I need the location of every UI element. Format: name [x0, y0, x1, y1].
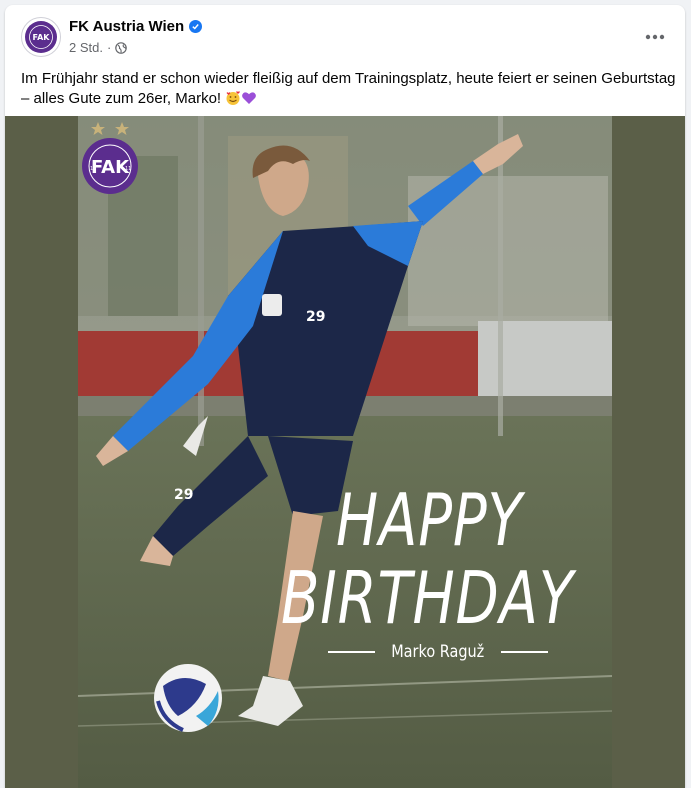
purple-heart-icon: [241, 90, 257, 112]
more-options-button[interactable]: [637, 19, 673, 55]
badge-year-left: 19: [90, 166, 96, 172]
badge-year-right: 11: [125, 166, 131, 172]
divider-right: [500, 651, 548, 653]
post-meta: 2 Std. ·: [69, 40, 128, 55]
divider-left: [328, 651, 376, 653]
shirt-number: 29: [306, 309, 325, 325]
meta-separator: ·: [106, 40, 112, 55]
headline-birthday: BIRTHDAY: [281, 556, 574, 640]
post-header: FAK FK Austria Wien 2 Std. ·: [5, 5, 685, 65]
football: [154, 664, 222, 732]
austria-wien-logo-icon: FAK: [25, 21, 57, 53]
player-name: Marko Raguž: [391, 642, 485, 662]
post-image-container[interactable]: 29 29 FAK 19 11 HAPPY BIRTHDAY Marko Rag…: [5, 116, 685, 788]
facebook-post: FAK FK Austria Wien 2 Std. · Im Frühjahr…: [5, 5, 685, 788]
svg-text:FAK: FAK: [33, 33, 51, 42]
verified-badge-icon: [189, 20, 203, 33]
globe-icon: [115, 41, 128, 54]
post-text: Im Frühjahr stand er schon wieder fleißi…: [21, 70, 676, 107]
birthday-graphic[interactable]: 29 29 FAK 19 11 HAPPY BIRTHDAY Marko Rag…: [78, 116, 612, 788]
post-time[interactable]: 2 Std.: [69, 40, 103, 55]
page-avatar[interactable]: FAK: [21, 17, 61, 57]
post-message: Im Frühjahr stand er schon wieder fleißi…: [21, 69, 681, 112]
headline-happy: HAPPY: [336, 478, 523, 562]
player-name-row: Marko Raguž: [328, 642, 548, 662]
fk-austria-wien-badge-icon: FAK 19 11: [82, 122, 138, 194]
page-name-link[interactable]: FK Austria Wien: [69, 18, 203, 35]
shorts-number: 29: [174, 487, 193, 503]
smiling-face-with-hearts-icon: [225, 90, 241, 112]
training-photo: 29 29: [78, 116, 612, 788]
page-name: FK Austria Wien: [69, 18, 185, 35]
more-options-icon: [645, 34, 665, 40]
